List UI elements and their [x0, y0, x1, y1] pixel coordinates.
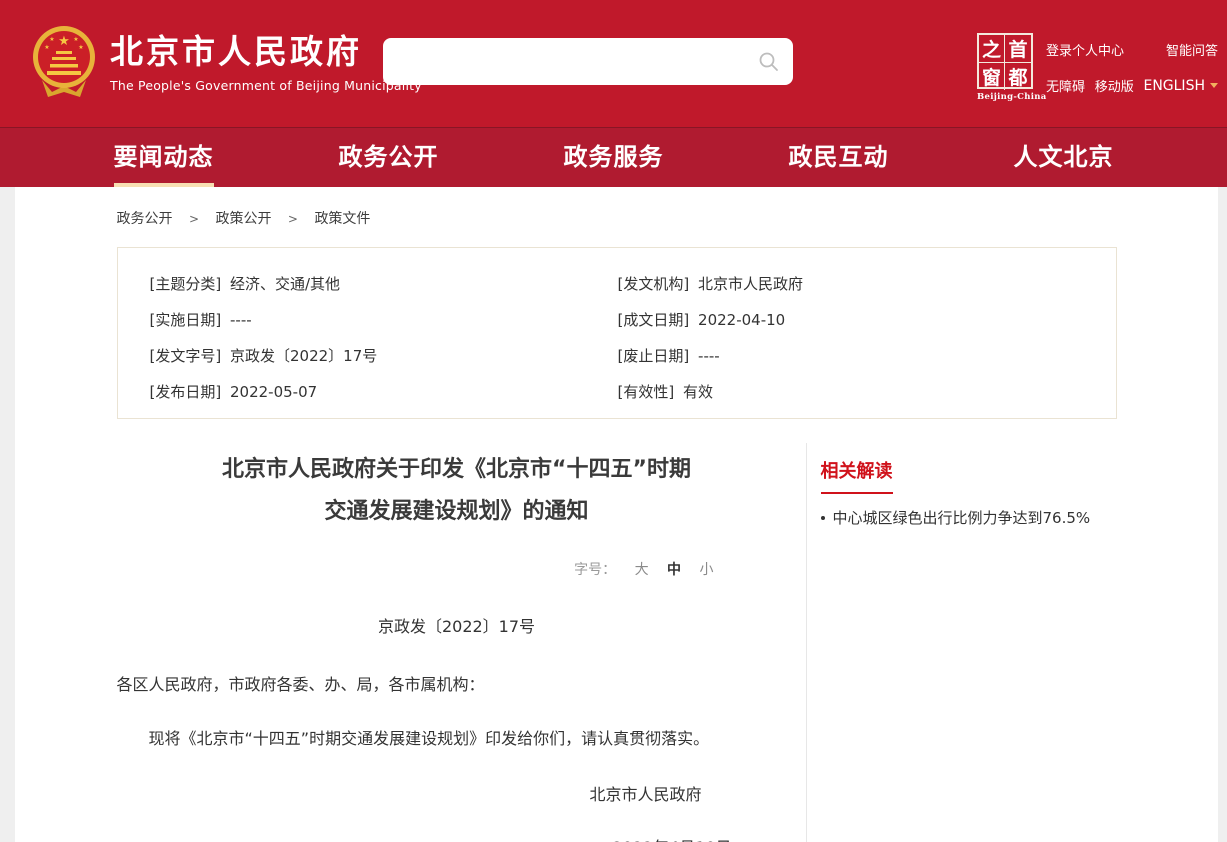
breadcrumb-separator: >: [189, 212, 199, 226]
font-size-large-button[interactable]: 大: [635, 562, 649, 578]
document-number: 京政发〔2022〕17号: [117, 613, 797, 637]
document-metadata-box: [主题分类] 经济、交通/其他 [实施日期] ---- [发文字号] 京政发〔2…: [117, 247, 1117, 419]
meta-publish-date: [发布日期] 2022-05-07: [150, 378, 617, 406]
related-interpretation-list: 中心城区绿色出行比例力争达到76.5%: [821, 507, 1103, 529]
svg-text:★: ★: [78, 44, 83, 51]
site-title: 北京市人民政府: [110, 32, 422, 72]
nav-item-humanistic-beijing[interactable]: 人文北京: [1014, 128, 1114, 187]
search-icon: [758, 51, 780, 73]
seal-char: 都: [1005, 63, 1031, 90]
search-input[interactable]: [383, 38, 745, 85]
svg-text:★: ★: [58, 34, 70, 49]
breadcrumb-item-policy-disclosure[interactable]: 政策公开: [215, 211, 271, 227]
primary-nav: 要闻动态 政务公开 政务服务 政民互动 人文北京: [0, 127, 1227, 187]
header-utility-links: 登录个人中心 智能问答 无障碍 移动版 ENGLISH: [1046, 40, 1218, 95]
signature-agency: 北京市人民政府: [117, 781, 797, 805]
search-bar: [383, 38, 793, 85]
smart-qa-link[interactable]: 智能问答: [1166, 40, 1218, 59]
english-language-switch[interactable]: ENGLISH: [1143, 78, 1218, 94]
related-interpretation-link[interactable]: 中心城区绿色出行比例力争达到76.5%: [821, 507, 1103, 529]
font-size-small-button[interactable]: 小: [700, 562, 714, 578]
salutation-line: 各区人民政府，市政府各委、办、局，各市属机构：: [117, 673, 797, 697]
nav-item-gov-services[interactable]: 政务服务: [564, 128, 664, 187]
search-button[interactable]: [745, 38, 793, 85]
breadcrumb-separator: >: [288, 212, 298, 226]
article-title: 北京市人民政府关于印发《北京市“十四五”时期 交通发展建设规划》的通知: [117, 449, 797, 533]
site-logo-home-link[interactable]: ★ ★ ★ ★ ★ 北京市人民政府 The People's Governmen…: [30, 24, 422, 100]
seal-char: 之: [979, 35, 1005, 63]
seal-caption: Beijing-China: [977, 92, 1035, 102]
site-header: ★ ★ ★ ★ ★ 北京市人民政府 The People's Governmen…: [0, 0, 1227, 127]
seal-grid: 之 首 窗 都: [977, 33, 1033, 89]
meta-implementation-date: [实施日期] ----: [150, 306, 617, 334]
seal-char: 首: [1005, 35, 1031, 63]
font-size-selector: 字号： 大 中 小: [117, 559, 797, 579]
svg-text:★: ★: [49, 36, 54, 43]
meta-signed-date: [成文日期] 2022-04-10: [618, 306, 1116, 334]
nav-item-gov-disclosure[interactable]: 政务公开: [339, 128, 439, 187]
signature-date: 2022年4月10日: [117, 834, 797, 842]
article-main: 北京市人民政府关于印发《北京市“十四五”时期 交通发展建设规划》的通知 字号： …: [117, 443, 797, 842]
font-size-label: 字号：: [574, 562, 616, 578]
font-size-medium-button[interactable]: 中: [667, 562, 681, 578]
body-paragraph: 现将《北京市“十四五”时期交通发展建设规划》印发给你们，请认真贯彻落实。: [117, 727, 797, 751]
site-subtitle: The People's Government of Beijing Munic…: [110, 78, 422, 93]
breadcrumb-item-gov-disclosure[interactable]: 政务公开: [117, 211, 173, 227]
meta-document-number: [发文字号] 京政发〔2022〕17号: [150, 342, 617, 370]
nav-item-public-interaction[interactable]: 政民互动: [789, 128, 889, 187]
seal-char: 窗: [979, 63, 1005, 90]
breadcrumb-item-policy-documents: 政策文件: [314, 211, 370, 227]
capital-window-seal-logo[interactable]: 之 首 窗 都 Beijing-China: [977, 33, 1035, 102]
english-label: ENGLISH: [1143, 78, 1205, 94]
page-panel: 政务公开 > 政策公开 > 政策文件 [主题分类] 经济、交通/其他 [实施日期…: [15, 187, 1218, 842]
accessibility-link[interactable]: 无障碍: [1046, 76, 1085, 95]
nav-item-news[interactable]: 要闻动态: [114, 128, 214, 187]
svg-text:★: ★: [44, 44, 49, 51]
related-interpretation-title: 相关解读: [821, 457, 893, 494]
svg-text:★: ★: [73, 36, 78, 43]
meta-validity: [有效性] 有效: [618, 378, 1116, 406]
breadcrumb: 政务公开 > 政策公开 > 政策文件: [117, 187, 1117, 228]
meta-theme-category: [主题分类] 经济、交通/其他: [150, 270, 617, 298]
meta-repeal-date: [废止日期] ----: [618, 342, 1116, 370]
dropdown-arrow-icon: [1210, 83, 1218, 88]
meta-issuing-agency: [发文机构] 北京市人民政府: [618, 270, 1116, 298]
bullet-icon: [821, 516, 825, 520]
national-emblem-icon: ★ ★ ★ ★ ★: [30, 24, 98, 100]
mobile-version-link[interactable]: 移动版: [1095, 76, 1134, 95]
login-personal-center-link[interactable]: 登录个人中心: [1046, 40, 1124, 59]
related-sidebar: 相关解读 中心城区绿色出行比例力争达到76.5%: [807, 443, 1103, 842]
